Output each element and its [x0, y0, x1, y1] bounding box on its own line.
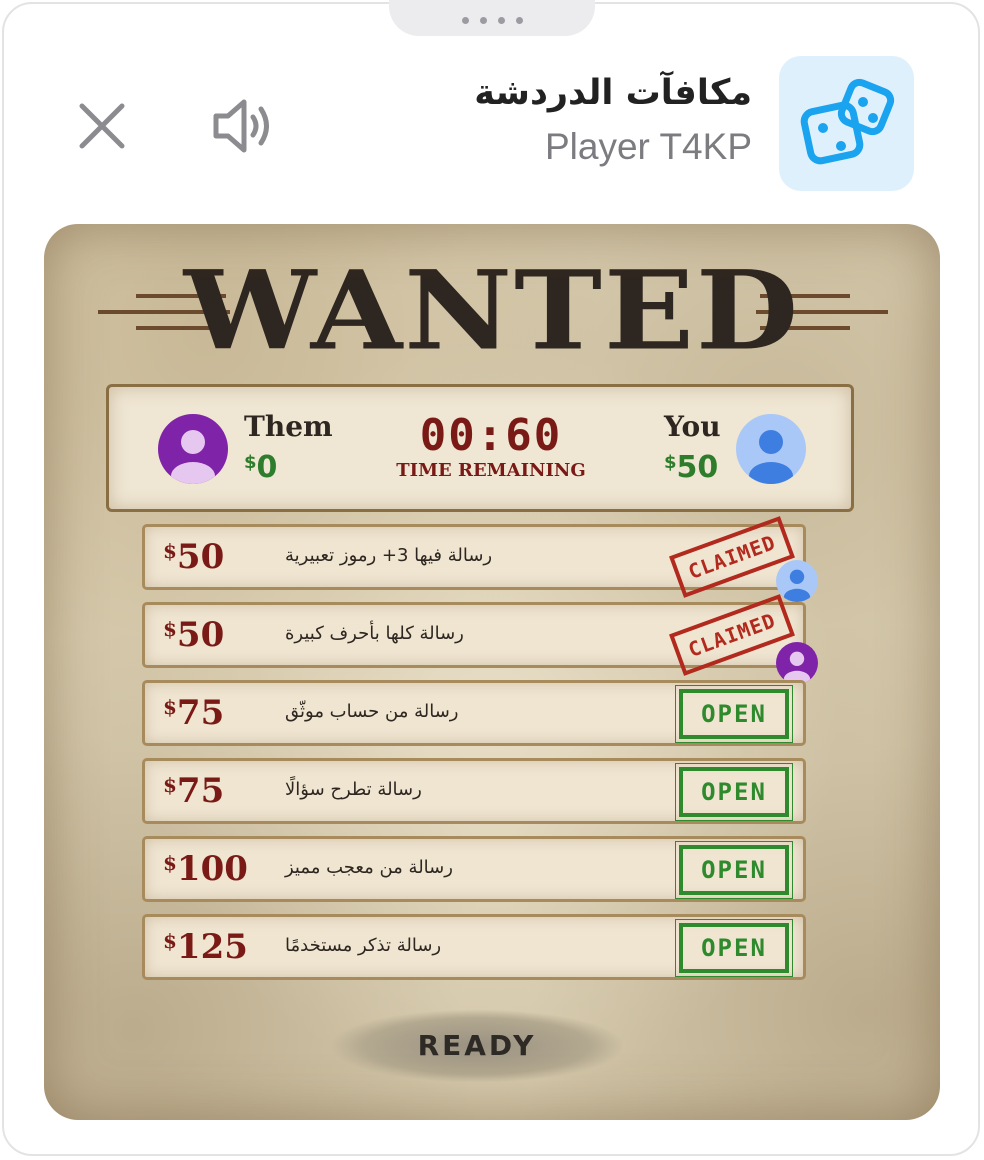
bounty-amount: $75: [163, 771, 224, 811]
handle-dot: [515, 16, 523, 24]
open-stamp: OPEN: [675, 685, 793, 743]
them-money-value: 0: [256, 450, 278, 485]
close-button[interactable]: [76, 100, 128, 152]
header-titles: مكافآت الدردشة Player T4KP: [474, 68, 752, 170]
bounty-amount: $75: [163, 693, 224, 733]
them-avatar: [158, 414, 228, 484]
currency-symbol: $: [244, 452, 257, 473]
app-title: مكافآت الدردشة: [474, 73, 752, 113]
timer-label: TIME REMAINING: [396, 460, 586, 481]
bounty-description: رسالة فيها 3+ رموز تعبيرية: [285, 545, 493, 566]
bounty-amount-value: 50: [176, 615, 225, 655]
bounty-row[interactable]: $50 رسالة فيها 3+ رموز تعبيرية CLAIMED: [142, 516, 806, 598]
bounty-amount: $50: [163, 537, 224, 577]
countdown-timer: 00:60: [419, 410, 563, 461]
drag-handle[interactable]: [389, 0, 595, 36]
you-avatar: [736, 414, 806, 484]
currency-symbol: $: [163, 929, 177, 953]
currency-symbol: $: [163, 851, 177, 875]
bounty-row[interactable]: $50 رسالة كلها بأحرف كبيرة CLAIMED: [142, 594, 806, 676]
currency-symbol: $: [664, 452, 677, 473]
bounty-amount: $125: [163, 927, 248, 967]
person-icon: [171, 430, 215, 484]
currency-symbol: $: [163, 773, 177, 797]
bounty-amount-value: 125: [176, 927, 248, 967]
bounty-amount-value: 75: [176, 693, 225, 733]
wanted-heading: WANTED: [183, 246, 801, 375]
handle-dot: [479, 16, 487, 24]
speaker-icon: [213, 99, 269, 153]
bounty-description: رسالة من معجب مميز: [285, 857, 453, 878]
you-name: You: [664, 410, 721, 443]
bounty-amount: $50: [163, 615, 224, 655]
you-money: $50: [664, 450, 718, 485]
handle-dot: [461, 16, 469, 24]
app-icon-tile: [779, 56, 914, 191]
currency-symbol: $: [163, 539, 177, 563]
bounty-description: رسالة تطرح سؤالًا: [285, 779, 422, 800]
you-money-value: 50: [676, 450, 719, 485]
them-money: $0: [244, 450, 277, 485]
them-claimer-avatar: [776, 642, 818, 684]
bounty-row[interactable]: $75 رسالة من حساب موثّق OPEN: [142, 680, 806, 746]
close-icon: [79, 103, 125, 149]
open-stamp: OPEN: [675, 919, 793, 977]
bounty-description: رسالة تذكر مستخدمًا: [285, 935, 442, 956]
bounty-amount: $100: [163, 849, 248, 889]
bounty-amount-value: 75: [176, 771, 225, 811]
handle-dot: [497, 16, 505, 24]
dice-icon: [800, 78, 895, 165]
person-icon: [749, 430, 793, 484]
you-claimer-avatar: [776, 560, 818, 602]
them-name: Them: [244, 410, 333, 443]
wanted-poster: WANTED Them $0 00:60 TIME REMAINING You …: [44, 224, 940, 1120]
open-stamp: OPEN: [675, 841, 793, 899]
currency-symbol: $: [163, 617, 177, 641]
person-icon: [783, 569, 811, 602]
bounty-row[interactable]: $100 رسالة من معجب مميز OPEN: [142, 836, 806, 902]
bounty-amount-value: 100: [176, 849, 248, 889]
person-icon: [783, 651, 811, 684]
player-label: Player T4KP: [544, 126, 752, 167]
ready-button[interactable]: READY: [332, 1010, 622, 1082]
bounty-description: رسالة من حساب موثّق: [285, 701, 459, 722]
bounty-row[interactable]: $125 رسالة تذكر مستخدمًا OPEN: [142, 914, 806, 980]
open-stamp: OPEN: [675, 763, 793, 821]
currency-symbol: $: [163, 695, 177, 719]
sound-toggle-button[interactable]: [208, 96, 280, 156]
bounty-row[interactable]: $75 رسالة تطرح سؤالًا OPEN: [142, 758, 806, 824]
bounty-description: رسالة كلها بأحرف كبيرة: [285, 623, 464, 644]
bounty-amount-value: 50: [176, 537, 225, 577]
